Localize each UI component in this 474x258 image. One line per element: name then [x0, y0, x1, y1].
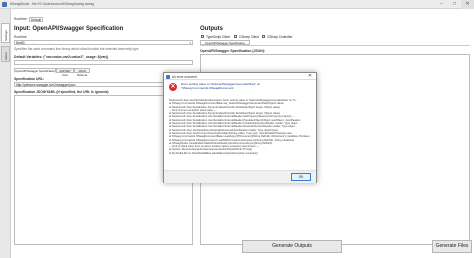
dialog-footer: OK	[164, 170, 316, 183]
runtime2-select[interactable]: Net60 ▾	[14, 40, 193, 45]
csharp-client-label: CSharp Client	[239, 34, 259, 39]
runtime2-select-value: Net60	[16, 41, 25, 45]
chevron-down-icon: ▾	[189, 41, 191, 45]
sidebar-tab-about-label: About	[4, 52, 8, 60]
sidebar-tab-settings-label: Settings	[4, 30, 8, 41]
stacktrace-line: at MyToolkit.Mvvm.ViewModelBase.HandleEx…	[169, 151, 258, 155]
sidebar: Settings About	[0, 9, 11, 258]
input-section-title: Input: OpenAPI/Swagger Specification	[14, 26, 124, 32]
csharp-controller-checkbox[interactable]	[262, 35, 265, 38]
ok-button[interactable]: OK	[291, 173, 311, 181]
spec-json-label: Specification JSON/YAML (if specified, t…	[14, 90, 110, 94]
runtime2-label: Runtime	[14, 35, 27, 39]
dialog-close-button[interactable]: ✕	[306, 73, 314, 79]
tab-aspnet-core[interactable]: ASP.NET Core	[56, 68, 74, 77]
dialog-title: An error occurred	[172, 74, 197, 79]
outputs-tabs: OpenAPI/Swagger Specification	[200, 40, 470, 46]
csharp-client-checkbox[interactable]	[234, 35, 237, 38]
dialog-stacktrace: Newtonsoft.Json.JsonSerializationExcepti…	[169, 99, 314, 169]
tab-openapi-specification[interactable]: OpenAPI/Swagger Specification	[14, 68, 56, 73]
typescript-client-checkbox[interactable]	[201, 35, 204, 38]
close-window-button[interactable]: ✕	[461, 0, 474, 9]
sidebar-tab-about[interactable]: About	[1, 46, 10, 62]
generate-files-button[interactable]: Generate Files	[432, 240, 472, 253]
dialog-heading: Error setting value to 'SelectedSwaggerG…	[181, 82, 261, 90]
outputs-section-title: Outputs	[200, 26, 223, 32]
typescript-client-label: TypeScript Client	[206, 34, 231, 39]
minimize-button[interactable]: –	[435, 0, 448, 9]
csharp-controller-label: CSharp Controller	[267, 34, 293, 39]
runtime-label: Runtime:	[14, 17, 28, 21]
runtime-select-value: Default	[31, 18, 42, 22]
tab-json-schema[interactable]: JSON Schema	[74, 68, 90, 77]
generate-outputs-button[interactable]: Generate Outputs	[242, 240, 342, 253]
maximize-button[interactable]: □	[448, 0, 461, 9]
error-icon: ✕	[169, 83, 177, 91]
window-titlebar: NSwagStudio - file:///C:/Users/source/NS…	[0, 0, 474, 9]
app-icon	[2, 2, 7, 7]
dialog-app-icon	[166, 74, 170, 79]
spec-json-output-label: OpenAPI/Swagger Specification (JSON):	[200, 49, 265, 53]
dialog-titlebar: An error occurred ✕	[164, 73, 316, 80]
default-variables-input[interactable]	[14, 60, 193, 65]
runtime2-hint: Specifies the used command line binary w…	[14, 47, 139, 51]
sidebar-tab-settings[interactable]: Settings	[1, 23, 10, 43]
default-variables-label: Default Variables: ("var=value,var2=valu…	[14, 55, 109, 59]
window-title: NSwagStudio - file:///C:/Users/source/NS…	[10, 2, 94, 6]
spec-url-label: Specification URL:	[14, 77, 45, 81]
error-dialog: An error occurred ✕ ✕ Error setting valu…	[163, 72, 317, 183]
tab-openapi-specification-output[interactable]: OpenAPI/Swagger Specification	[200, 40, 250, 45]
runtime-select[interactable]: Default	[29, 17, 43, 22]
